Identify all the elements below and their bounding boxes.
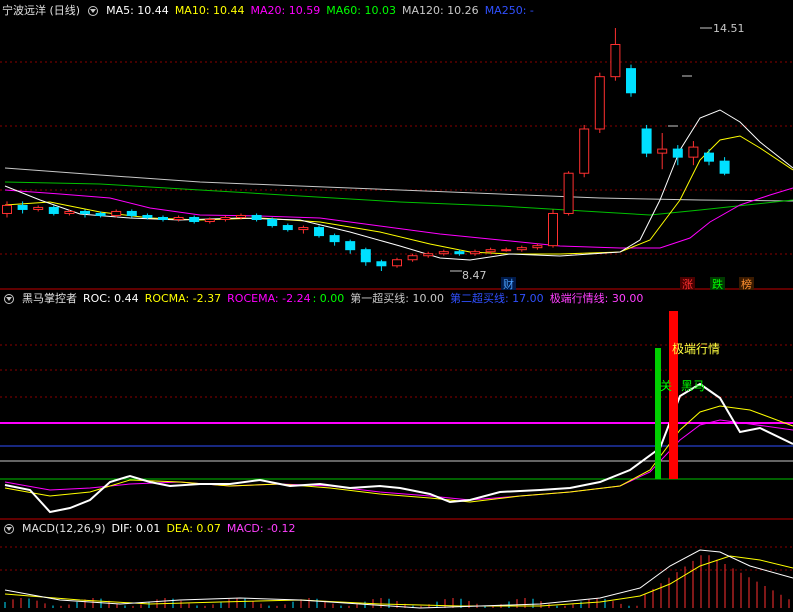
marker-die[interactable]: 跌 <box>710 277 725 291</box>
candle-body <box>563 172 574 214</box>
candle-body <box>329 235 340 243</box>
candle-body <box>282 225 293 231</box>
candle-body <box>392 259 402 267</box>
candle-body <box>704 152 714 162</box>
svg-text:榜: 榜 <box>741 277 752 291</box>
ma120-line <box>4 167 793 202</box>
candle-body <box>158 216 168 221</box>
candle-body <box>33 206 44 210</box>
candle-body <box>376 261 387 267</box>
candle-body <box>48 206 59 214</box>
candle-body <box>501 249 512 252</box>
marker-zhang[interactable]: 涨 <box>680 277 695 291</box>
macd-histogram <box>4 555 790 608</box>
heima-annotation: 黑马 <box>681 379 705 393</box>
candle-body <box>267 219 278 227</box>
stock-chart[interactable]: 14.51 8.47 财 涨 跌 榜 极端行情 关 黑马 <box>0 0 793 612</box>
extreme-annotation: 极端行情 <box>672 342 720 356</box>
candle-group <box>2 28 730 271</box>
candle-body <box>142 214 153 218</box>
candle-body <box>298 227 309 231</box>
candle-body <box>126 210 137 216</box>
ma60-line <box>4 181 793 216</box>
candle-body <box>485 249 496 253</box>
candle-body <box>438 251 449 255</box>
svg-text:跌: 跌 <box>712 277 723 291</box>
candle-body <box>610 43 621 78</box>
signal-bar-green <box>655 348 661 479</box>
candle-body <box>719 160 730 174</box>
high-price-label: 14.51 <box>713 22 745 35</box>
candle-body <box>516 247 527 251</box>
candle-body <box>220 216 231 221</box>
candle-body <box>423 253 434 257</box>
candle-body <box>594 76 605 130</box>
candle-body <box>672 148 683 158</box>
candle-body <box>204 219 215 223</box>
candle-body <box>80 210 90 214</box>
marker-bang[interactable]: 榜 <box>739 277 754 291</box>
guan-annotation: 关 <box>660 379 672 393</box>
candle-body <box>173 216 184 221</box>
candle-body <box>470 251 480 255</box>
candle-body <box>95 212 106 216</box>
svg-text:财: 财 <box>503 277 514 291</box>
candle-body <box>407 255 418 261</box>
candle-body <box>688 146 699 158</box>
ma20-line <box>4 187 793 249</box>
candle-body <box>657 148 668 154</box>
candle-body <box>64 210 75 214</box>
candle-body <box>17 204 28 210</box>
low-price-label: 8.47 <box>462 269 487 282</box>
marker-cai[interactable]: 财 <box>501 277 516 291</box>
candle-body <box>532 245 543 249</box>
candle-body <box>626 68 636 94</box>
candle-body <box>2 204 12 214</box>
candle-body <box>314 227 324 237</box>
candle-body <box>360 249 371 263</box>
candle-body <box>111 210 122 216</box>
candle-body <box>548 212 558 247</box>
candle-body <box>579 128 590 174</box>
candle-body <box>236 214 246 218</box>
candle-body <box>189 216 200 223</box>
svg-text:涨: 涨 <box>682 278 693 291</box>
signal-bar-red <box>669 311 678 479</box>
candle-body <box>345 241 356 251</box>
candle-body <box>454 251 465 255</box>
dif-line <box>4 549 793 609</box>
candle-body <box>641 128 652 154</box>
candle-body <box>251 214 262 221</box>
